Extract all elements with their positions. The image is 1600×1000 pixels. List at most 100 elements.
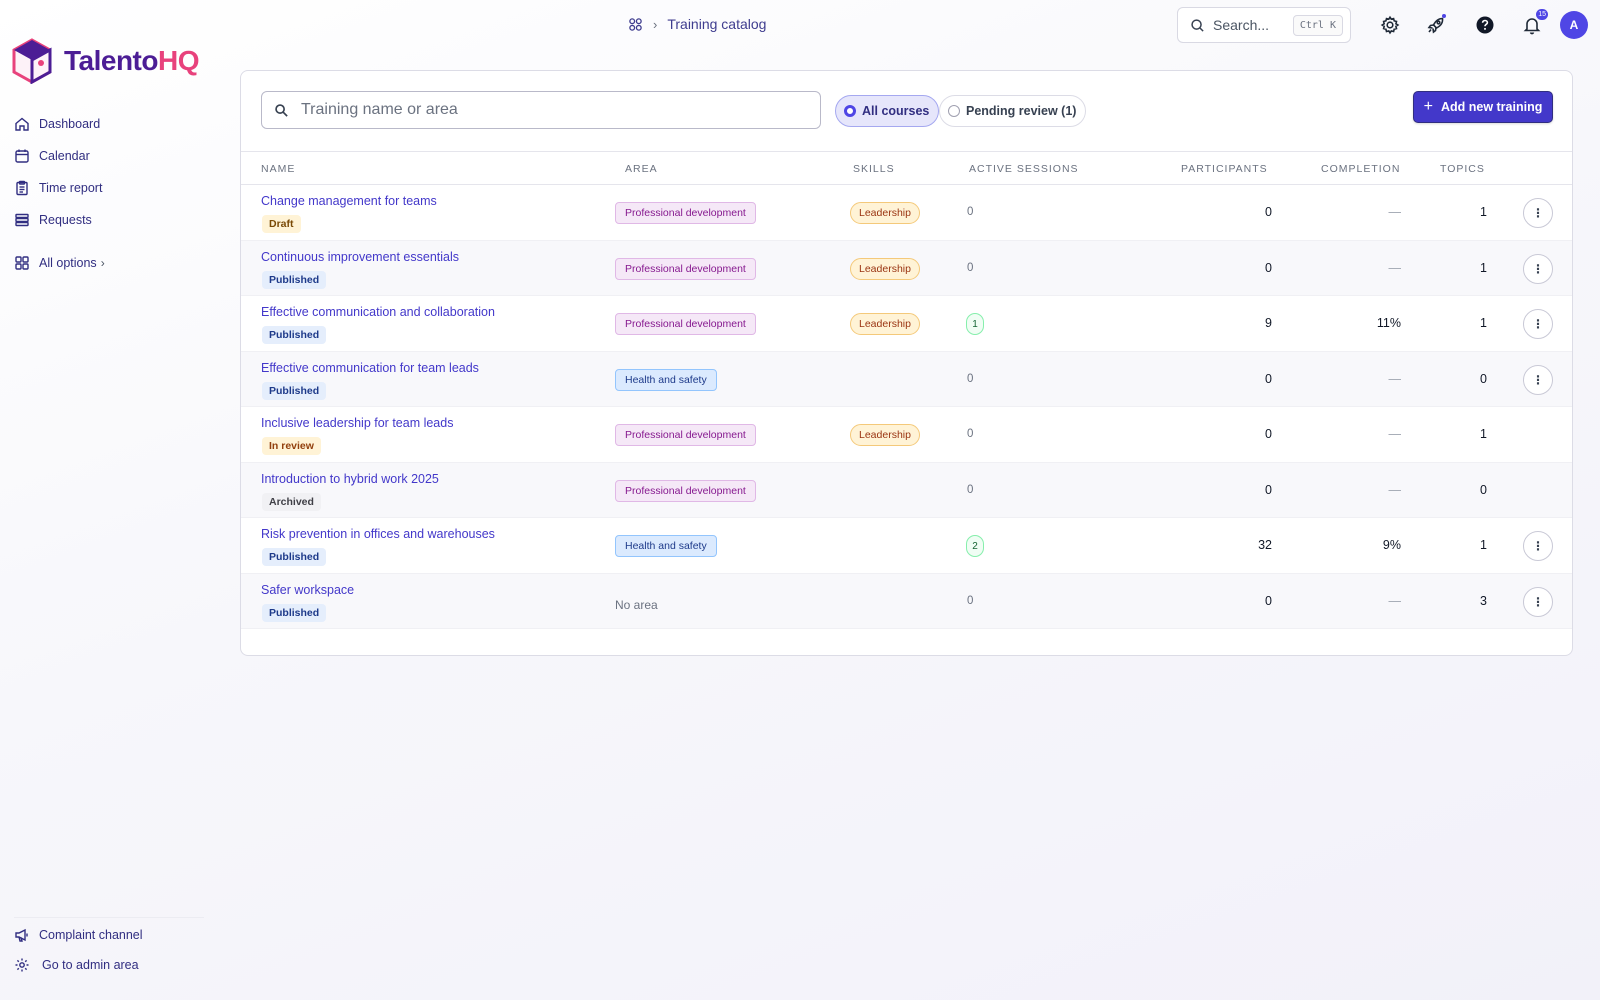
table-header: NAME AREA SKILLS ACTIVE SESSIONS PARTICI… (241, 151, 1572, 185)
training-name-link[interactable]: Change management for teams (261, 194, 437, 208)
notifications-button[interactable]: 15 (1520, 9, 1548, 37)
topics-count: 0 (1480, 371, 1487, 386)
participants-count: 0 (1265, 205, 1272, 219)
area-tag: Professional development (615, 479, 756, 502)
active-sessions-count: 0 (967, 428, 974, 440)
status-badge: Published (262, 603, 327, 622)
filter-all-courses-label: All courses (862, 104, 930, 118)
table-row[interactable]: Continuous improvement essentials Publish… (241, 240, 1572, 296)
gear-icon (15, 958, 29, 972)
sidebar-item-label: Requests (39, 213, 92, 227)
training-catalog-card: All courses Pending review (1) + Add new… (240, 70, 1573, 656)
breadcrumb: › Training catalog (628, 16, 766, 32)
column-header-name[interactable]: NAME (261, 163, 295, 175)
sidebar-item-label: Time report (39, 181, 103, 195)
status-badge: Published (262, 326, 327, 344)
row-actions-button[interactable]: ⋮ (1523, 198, 1553, 228)
topics-count: 0 (1480, 482, 1487, 497)
active-sessions-count: 0 (967, 206, 974, 218)
training-name-link[interactable]: Introduction to hybrid work 2025 (261, 472, 439, 486)
skill-tag: Leadership (850, 424, 920, 446)
complaint-channel-label: Complaint channel (39, 928, 143, 942)
table-row[interactable]: Risk prevention in offices and warehouse… (241, 518, 1572, 574)
row-actions-button[interactable]: ⋮ (1523, 531, 1553, 561)
training-name-link[interactable]: Risk prevention in offices and warehouse… (261, 527, 495, 541)
sidebar-item-calendar[interactable]: Calendar (14, 140, 105, 172)
row-actions-button[interactable]: ⋮ (1523, 309, 1553, 339)
active-sessions-badge[interactable]: 2 (966, 535, 984, 557)
plus-icon: + (1423, 98, 1433, 115)
row-actions-button[interactable]: ⋮ (1523, 364, 1553, 395)
completion-value: — (1388, 427, 1402, 441)
completion-value: — (1388, 482, 1402, 497)
home-icon (15, 117, 29, 131)
sidebar: TalentoHQ Dashboard Calendar Time report… (0, 0, 210, 1000)
calendar-icon (15, 149, 29, 163)
sidebar-item-time-report[interactable]: Time report (14, 172, 105, 204)
training-name-link[interactable]: Safer workspace (261, 583, 354, 597)
active-sessions-badge[interactable]: 1 (966, 313, 984, 335)
sidebar-nav: Dashboard Calendar Time report Requests … (14, 108, 105, 279)
participants-count: 9 (1265, 316, 1272, 330)
table-row[interactable]: Effective communication and collaboratio… (241, 296, 1572, 352)
status-badge: In review (262, 437, 321, 455)
sidebar-item-all-options[interactable]: All options › (14, 247, 105, 279)
table-row[interactable]: Effective communication for team leads Pu… (241, 351, 1572, 407)
training-search-input[interactable] (301, 101, 801, 119)
column-header-area[interactable]: AREA (625, 163, 658, 175)
column-header-topics[interactable]: TOPICS (1440, 163, 1485, 175)
brand-logo[interactable]: TalentoHQ (12, 38, 199, 84)
more-vertical-icon: ⋮ (1532, 372, 1544, 387)
global-search-placeholder: Search... (1213, 17, 1270, 33)
sidebar-item-dashboard[interactable]: Dashboard (14, 108, 105, 140)
sidebar-item-label: All options (39, 256, 97, 270)
participants-count: 0 (1265, 371, 1272, 386)
participants-count: 32 (1258, 538, 1272, 552)
filter-all-courses[interactable]: All courses (835, 95, 940, 127)
training-name-link[interactable]: Inclusive leadership for team leads (261, 416, 453, 430)
row-actions-button[interactable]: ⋮ (1523, 586, 1553, 617)
column-header-active-sessions[interactable]: ACTIVE SESSIONS (969, 163, 1079, 175)
training-name-link[interactable]: Continuous improvement essentials (261, 250, 459, 264)
more-vertical-icon: ⋮ (1532, 317, 1544, 331)
training-name-link[interactable]: Effective communication for team leads (261, 361, 479, 375)
topics-count: 3 (1480, 593, 1487, 608)
row-actions-button[interactable]: ⋮ (1523, 253, 1553, 284)
sidebar-item-requests[interactable]: Requests (14, 204, 105, 236)
status-badge: Draft (262, 215, 301, 233)
table-row[interactable]: Safer workspace Published No area 0 0 — 3 ⋮ (241, 573, 1572, 629)
area-tag: Professional development (615, 257, 756, 280)
brand-name: TalentoHQ (64, 45, 199, 76)
apps-grid-icon[interactable] (628, 17, 643, 32)
whats-new-button[interactable] (1424, 13, 1448, 37)
column-header-participants[interactable]: PARTICIPANTS (1181, 163, 1268, 175)
page-title: Training catalog (667, 16, 767, 32)
admin-area-link[interactable]: Go to admin area (14, 950, 204, 980)
filter-pending-review[interactable]: Pending review (1) (939, 95, 1087, 127)
participants-count: 0 (1265, 260, 1272, 275)
rocket-icon (1427, 17, 1444, 34)
admin-area-label: Go to admin area (42, 958, 139, 972)
column-header-completion[interactable]: COMPLETION (1321, 163, 1400, 175)
training-name-link[interactable]: Effective communication and collaboratio… (261, 305, 495, 319)
user-avatar[interactable]: A (1560, 11, 1588, 39)
sidebar-footer: Complaint channel Go to admin area (14, 917, 204, 980)
complaint-channel-link[interactable]: Complaint channel (14, 920, 204, 950)
training-search-field[interactable] (261, 91, 821, 129)
new-indicator-dot (1442, 14, 1446, 18)
add-new-training-button[interactable]: + Add new training (1413, 91, 1553, 123)
active-sessions-count: 0 (967, 594, 974, 607)
help-button[interactable] (1473, 13, 1497, 37)
topics-count: 1 (1480, 316, 1487, 330)
table-row[interactable]: Change management for teams Draft Professi… (241, 185, 1572, 241)
radio-unselected-icon (948, 105, 960, 117)
table-row[interactable]: Introduction to hybrid work 2025 Archived… (241, 462, 1572, 518)
area-tag: Health and safety (615, 368, 717, 391)
settings-button[interactable] (1378, 13, 1402, 37)
participants-count: 0 (1265, 593, 1272, 608)
global-search[interactable]: Search... Ctrl K (1177, 7, 1351, 43)
table-row[interactable]: Inclusive leadership for team leads In re… (241, 407, 1572, 463)
completion-value: — (1388, 260, 1402, 275)
column-header-skills[interactable]: SKILLS (853, 163, 895, 175)
divider (14, 917, 204, 918)
